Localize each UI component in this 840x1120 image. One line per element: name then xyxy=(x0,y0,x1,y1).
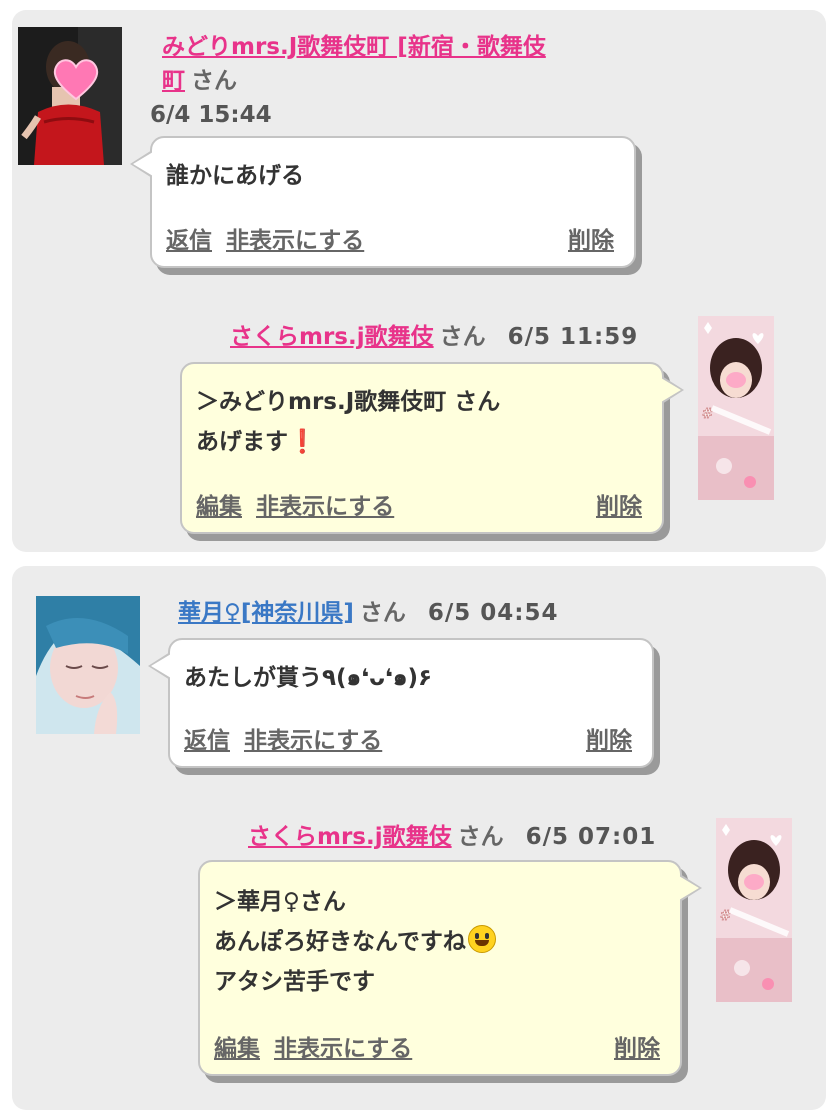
comment-bubble: 誰かにあげる 返信 非表示にする 削除 xyxy=(130,136,636,268)
username-link-midori-cont[interactable]: 町 xyxy=(162,68,185,94)
hide-link[interactable]: 非表示にする xyxy=(274,1036,412,1062)
honorific: さん xyxy=(457,824,504,850)
reply-meta-sakura-1: さくらmrs.j歌舞伎 さん 6/5 11:59 xyxy=(230,320,638,354)
timestamp: 6/5 11:59 xyxy=(507,324,639,350)
reply-text-line2: あんぽろ好きなんですね xyxy=(214,922,496,962)
avatar-kazuki[interactable] xyxy=(36,596,140,734)
honorific: さん xyxy=(439,324,486,350)
delete-link[interactable]: 削除 xyxy=(614,1034,660,1064)
avatar-sakura-image: # xyxy=(698,316,774,500)
avatar-sakura[interactable]: # xyxy=(716,818,792,1002)
delete-link[interactable]: 削除 xyxy=(568,226,614,256)
comment-actions: 返信 非表示にする 削除 xyxy=(184,726,632,756)
comment-text: 誰かにあげる xyxy=(166,163,304,189)
avatar-sakura[interactable]: # xyxy=(698,316,774,500)
edit-link[interactable]: 編集 xyxy=(196,494,242,520)
comment-text: あたしが貰う٩(๑❛ᴗ❛๑)۶ xyxy=(184,665,433,691)
edit-link[interactable]: 編集 xyxy=(214,1036,260,1062)
honorific: さん xyxy=(359,600,406,626)
username-link-kazuki[interactable]: 華月♀[神奈川県] xyxy=(178,600,354,626)
username-link-sakura[interactable]: さくらmrs.j歌舞伎 xyxy=(230,324,434,350)
reply-meta-sakura-2: さくらmrs.j歌舞伎 さん 6/5 07:01 xyxy=(248,820,656,854)
comment-actions: 返信 非表示にする 削除 xyxy=(166,226,614,256)
reply-text: ＞みどりmrs.J歌舞伎町 さん あげます❗ xyxy=(196,382,500,462)
reply-bubble: ＞みどりmrs.J歌舞伎町 さん あげます❗ 編集 非表示にする 削除 xyxy=(180,362,684,534)
reply-link[interactable]: 返信 xyxy=(166,228,212,254)
reply-text-line2-text: あげます xyxy=(196,429,288,455)
reply-text-line1: ＞みどりmrs.J歌舞伎町 さん xyxy=(196,389,501,415)
avatar-kazuki-image xyxy=(36,596,140,734)
comment-meta-midori-line2: 町さん xyxy=(162,64,237,98)
username-link-sakura[interactable]: さくらmrs.j歌舞伎 xyxy=(248,824,452,850)
hide-link[interactable]: 非表示にする xyxy=(244,728,382,754)
exclamation-emoji-icon: ❗ xyxy=(288,429,317,455)
reply-text-line3: アタシ苦手です xyxy=(214,969,375,995)
honorific: さん xyxy=(191,68,237,94)
reply-text: ＞華月♀さん あんぽろ好きなんですね アタシ苦手です xyxy=(214,882,496,1002)
reply-link[interactable]: 返信 xyxy=(184,728,230,754)
hide-link[interactable]: 非表示にする xyxy=(256,494,394,520)
avatar-sakura-image: # xyxy=(716,818,792,1002)
svg-text:#: # xyxy=(702,407,713,422)
comment-meta-kazuki: 華月♀[神奈川県] さん 6/5 04:54 xyxy=(178,596,559,630)
avatar-midori[interactable] xyxy=(18,27,122,165)
comment-bubble: あたしが貰う٩(๑❛ᴗ❛๑)۶ 返信 非表示にする 削除 xyxy=(148,638,654,768)
comment-meta-midori: みどりmrs.J歌舞伎町 [新宿・歌舞伎 xyxy=(162,30,546,64)
username-link-midori[interactable]: みどりmrs.J歌舞伎町 [新宿・歌舞伎 xyxy=(162,34,546,60)
delete-link[interactable]: 削除 xyxy=(586,726,632,756)
timestamp: 6/5 04:54 xyxy=(427,600,559,626)
smiley-emoji-icon xyxy=(467,925,496,953)
heart-sticker-icon xyxy=(53,59,99,101)
reply-bubble: ＞華月♀さん あんぽろ好きなんですね アタシ苦手です 編集 非表示にする 削除 xyxy=(198,860,702,1076)
svg-text:#: # xyxy=(720,909,731,924)
reply-actions: 編集 非表示にする 削除 xyxy=(214,1034,660,1064)
reply-actions: 編集 非表示にする 削除 xyxy=(196,492,642,522)
timestamp: 6/4 15:44 xyxy=(150,102,272,128)
timestamp: 6/5 07:01 xyxy=(525,824,657,850)
reply-text-line1: ＞華月♀さん xyxy=(214,889,346,915)
delete-link[interactable]: 削除 xyxy=(596,492,642,522)
reply-text-line2: あげます❗ xyxy=(196,422,500,462)
hide-link[interactable]: 非表示にする xyxy=(226,228,364,254)
reply-text-line2-text: あんぽろ好きなんですね xyxy=(214,929,466,955)
